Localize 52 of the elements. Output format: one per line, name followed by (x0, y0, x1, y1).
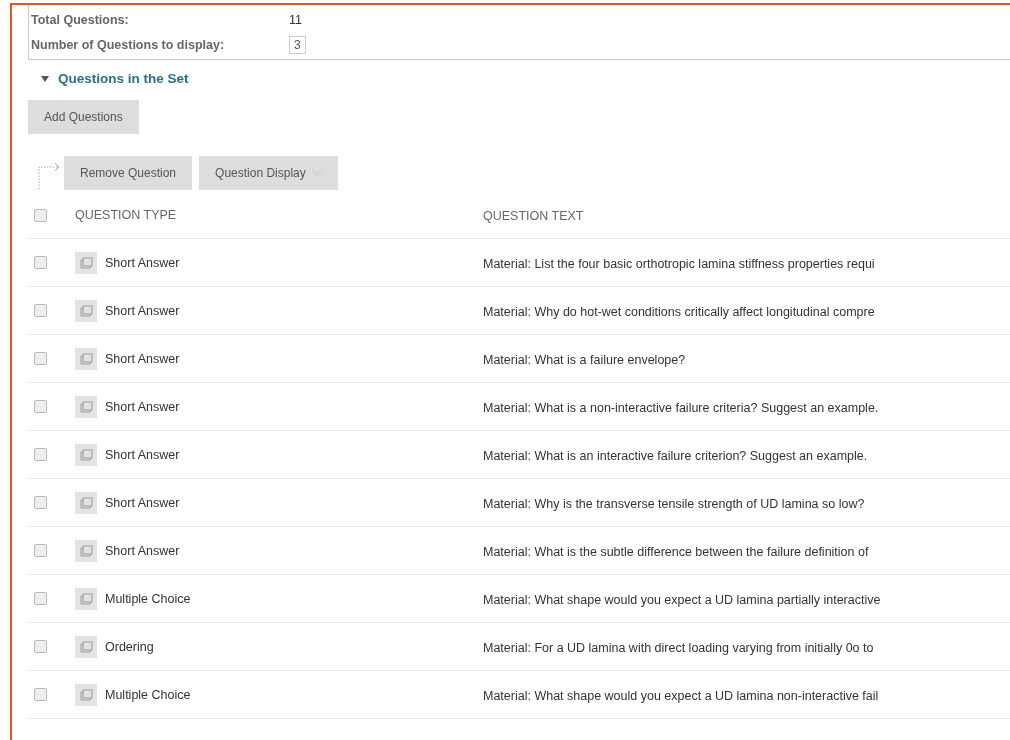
copy-icon[interactable] (75, 251, 97, 274)
table-cell: Short Answer (105, 543, 180, 558)
question-display-button[interactable]: Question Display (199, 156, 338, 190)
table-cell: Material: What is the subtle difference between the failure definition of (483, 544, 869, 559)
checkbox[interactable] (34, 352, 47, 365)
number-field[interactable]: 3 (289, 35, 306, 54)
add-questions-button[interactable]: Add Questions (28, 100, 139, 134)
column-header: QUESTION TEXT (483, 209, 584, 223)
checkbox[interactable] (34, 688, 47, 701)
table-cell: Material: What shape would you expect a UD lamina non-interactive fail (483, 688, 879, 703)
table-cell: Material: What is an interactive failure criterion? Suggest an example. (483, 448, 868, 463)
copy-icon[interactable] (75, 491, 97, 514)
copy-icon[interactable] (75, 299, 97, 322)
checkbox[interactable] (34, 256, 47, 269)
copy-icon[interactable] (75, 443, 97, 466)
table-cell: Multiple Choice (105, 687, 191, 702)
info-label: Total Questions: (31, 12, 130, 27)
checkbox[interactable] (34, 496, 47, 509)
table-cell: Short Answer (105, 495, 180, 510)
copy-icon[interactable] (75, 539, 97, 562)
table-cell: Ordering (105, 639, 154, 654)
table-cell: Material: For a UD lamina with direct loading varying from initially 0o to (483, 640, 874, 655)
table-cell: Short Answer (105, 447, 180, 462)
table-cell: Material: What shape would you expect a UD lamina partially interactive (483, 592, 881, 607)
info-value: 11 (289, 12, 302, 27)
copy-icon[interactable] (75, 683, 97, 706)
checkbox[interactable] (34, 448, 47, 461)
section-toggle[interactable]: Questions in the Set (40, 71, 1010, 86)
copy-icon[interactable] (75, 347, 97, 370)
checkbox[interactable] (34, 640, 47, 653)
table-cell: Material: What is a non-interactive failure criteria? Suggest an example. (483, 400, 879, 415)
checkbox[interactable] (34, 544, 47, 557)
table-cell: Short Answer (105, 303, 180, 318)
copy-icon[interactable] (75, 587, 97, 610)
table-cell: Material: List the four basic orthotropic lamina stiffness properties requi (483, 256, 875, 271)
checkbox[interactable] (34, 592, 47, 605)
table-cell: Short Answer (105, 255, 180, 270)
table-cell: Short Answer (105, 351, 180, 366)
table-cell: Material: Why do hot-wet conditions critically affect longitudinal compre (483, 304, 875, 319)
checkbox[interactable] (34, 208, 47, 222)
checkbox[interactable] (34, 400, 47, 413)
copy-icon[interactable] (75, 635, 97, 658)
table-cell: Material: What is a failure envelope? (483, 352, 686, 367)
table-cell: Multiple Choice (105, 591, 191, 606)
column-header: QUESTION TYPE (75, 208, 177, 222)
table-cell: Material: Why is the transverse tensile strength of UD lamina so low? (483, 496, 865, 511)
section-title: Questions in the Set (58, 71, 189, 86)
copy-icon[interactable] (75, 395, 97, 418)
remove-question-button[interactable]: Remove Question (64, 156, 193, 190)
table-cell: Short Answer (105, 399, 180, 414)
info-label: Number of Questions to display: (31, 37, 226, 52)
checkbox[interactable] (34, 304, 47, 317)
